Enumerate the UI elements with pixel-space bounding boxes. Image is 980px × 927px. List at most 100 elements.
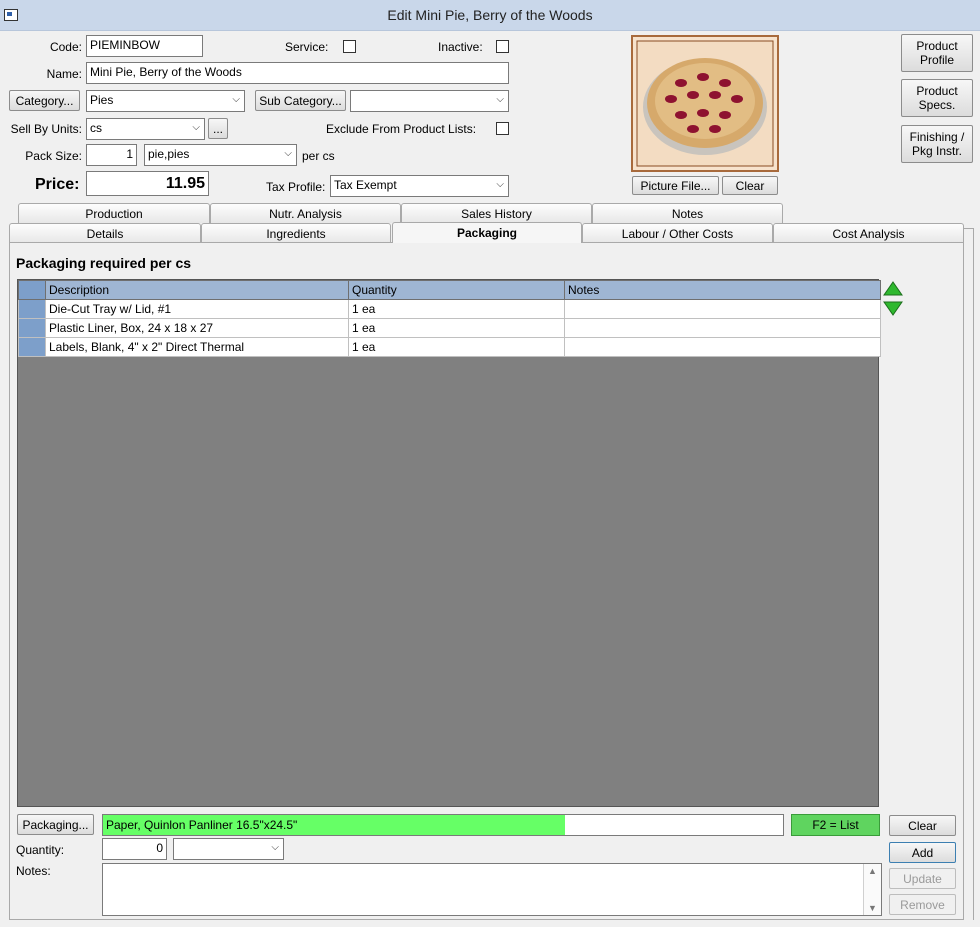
row-selector[interactable] xyxy=(18,299,46,319)
code-field[interactable]: PIEMINBOW xyxy=(86,35,203,57)
cell-notes[interactable] xyxy=(564,318,881,338)
notes-label: Notes: xyxy=(16,864,51,878)
table-row[interactable]: Die-Cut Tray w/ Lid, #1 1 ea xyxy=(18,299,881,319)
product-profile-button[interactable]: Product Profile xyxy=(901,34,973,72)
name-label: Name: xyxy=(46,67,82,81)
move-down-icon[interactable] xyxy=(882,299,904,319)
product-profile-line2: Profile xyxy=(919,53,954,67)
move-up-icon[interactable] xyxy=(882,279,904,299)
row-selector-header xyxy=(18,280,46,300)
notes-scrollbar[interactable]: ▲ ▼ xyxy=(863,864,881,915)
clear-button[interactable]: Clear xyxy=(889,815,956,836)
packaging-item-field[interactable]: Paper, Quinlon Panliner 16.5"x24.5" xyxy=(102,814,784,836)
price-field[interactable]: 11.95 xyxy=(86,171,209,196)
tax-profile-label: Tax Profile: xyxy=(266,180,326,194)
tab-cost-analysis[interactable]: Cost Analysis xyxy=(773,223,964,243)
product-specs-line1: Product xyxy=(916,84,958,98)
inactive-checkbox[interactable] xyxy=(496,40,509,53)
pack-size-field[interactable]: 1 xyxy=(86,144,137,166)
sell-by-units-label: Sell By Units: xyxy=(10,122,82,136)
quantity-unit-select[interactable]: ⌵ xyxy=(173,838,284,860)
pie-image xyxy=(636,40,774,167)
product-profile-line1: Product xyxy=(916,39,958,53)
picture-clear-button[interactable]: Clear xyxy=(722,176,778,195)
quantity-label: Quantity: xyxy=(16,843,65,857)
column-description[interactable]: Description xyxy=(45,280,349,300)
packaging-heading: Packaging required per cs xyxy=(16,255,192,271)
column-quantity[interactable]: Quantity xyxy=(348,280,565,300)
f2-list-hint: F2 = List xyxy=(791,814,880,836)
service-label: Service: xyxy=(285,40,329,54)
inactive-label: Inactive: xyxy=(438,40,483,54)
update-button[interactable]: Update xyxy=(889,868,956,889)
dropdown-arrow-icon: ⌵ xyxy=(496,179,504,190)
tab-labour-other-costs[interactable]: Labour / Other Costs xyxy=(582,223,773,243)
window-title: Edit Mini Pie, Berry of the Woods xyxy=(387,7,593,23)
row-selector[interactable] xyxy=(18,337,46,357)
category-select[interactable]: Pies ⌵ xyxy=(86,90,245,112)
cell-description[interactable]: Labels, Blank, 4" x 2" Direct Thermal xyxy=(45,337,349,357)
cell-notes[interactable] xyxy=(564,299,881,319)
tab-sales-history[interactable]: Sales History xyxy=(401,203,592,223)
name-field[interactable]: Mini Pie, Berry of the Woods xyxy=(86,62,509,84)
cell-quantity[interactable]: 1 ea xyxy=(348,299,565,319)
code-label: Code: xyxy=(49,40,82,54)
row-selector[interactable] xyxy=(18,318,46,338)
quantity-field[interactable]: 0 xyxy=(102,838,167,860)
dropdown-arrow-icon: ⌵ xyxy=(192,122,200,133)
dropdown-arrow-icon: ⌵ xyxy=(496,94,504,105)
pack-size-label: Pack Size: xyxy=(25,149,82,163)
table-row[interactable]: Plastic Liner, Box, 24 x 18 x 27 1 ea xyxy=(18,318,881,338)
sub-category-button[interactable]: Sub Category... xyxy=(255,90,346,111)
tab-production[interactable]: Production xyxy=(18,203,210,223)
tab-nutr-analysis[interactable]: Nutr. Analysis xyxy=(210,203,401,223)
dropdown-arrow-icon: ⌵ xyxy=(271,842,279,853)
price-label: Price: xyxy=(35,176,80,193)
grid-header-row: Description Quantity Notes xyxy=(18,280,881,300)
title-bar: Edit Mini Pie, Berry of the Woods xyxy=(0,0,980,31)
product-picture xyxy=(631,35,779,172)
pack-unit-select[interactable]: pie,pies ⌵ xyxy=(144,144,297,166)
packaging-item-value: Paper, Quinlon Panliner 16.5"x24.5" xyxy=(106,818,298,832)
tab-details[interactable]: Details xyxy=(9,223,201,243)
add-button[interactable]: Add xyxy=(889,842,956,863)
finishing-line2: Pkg Instr. xyxy=(911,144,963,158)
units-lookup-button[interactable]: ... xyxy=(208,118,228,139)
column-notes[interactable]: Notes xyxy=(564,280,881,300)
tax-profile-value: Tax Exempt xyxy=(334,178,397,192)
cell-quantity[interactable]: 1 ea xyxy=(348,337,565,357)
sell-by-units-value: cs xyxy=(90,121,102,135)
exclude-label: Exclude From Product Lists: xyxy=(326,122,477,136)
dropdown-arrow-icon: ⌵ xyxy=(232,94,240,105)
per-cs-label: per cs xyxy=(302,149,335,163)
product-specs-line2: Specs. xyxy=(918,98,956,112)
remove-button[interactable]: Remove xyxy=(889,894,956,915)
category-button[interactable]: Category... xyxy=(9,90,80,111)
dropdown-arrow-icon: ⌵ xyxy=(284,148,292,159)
category-value: Pies xyxy=(90,93,114,107)
sell-by-units-select[interactable]: cs ⌵ xyxy=(86,118,205,140)
tab-notes[interactable]: Notes xyxy=(592,203,783,223)
product-specs-button[interactable]: Product Specs. xyxy=(901,79,973,117)
picture-file-button[interactable]: Picture File... xyxy=(632,176,719,195)
packaging-grid[interactable]: Description Quantity Notes Die-Cut Tray … xyxy=(17,279,881,807)
pack-unit-value: pie,pies xyxy=(148,147,190,161)
cell-notes[interactable] xyxy=(564,337,881,357)
cell-description[interactable]: Die-Cut Tray w/ Lid, #1 xyxy=(45,299,349,319)
finishing-button[interactable]: Finishing / Pkg Instr. xyxy=(901,125,973,163)
scroll-up-icon[interactable]: ▲ xyxy=(868,866,877,876)
scroll-down-icon[interactable]: ▼ xyxy=(868,903,877,913)
tab-packaging[interactable]: Packaging xyxy=(392,222,582,243)
finishing-line1: Finishing / xyxy=(909,130,965,144)
cell-quantity[interactable]: 1 ea xyxy=(348,318,565,338)
tab-ingredients[interactable]: Ingredients xyxy=(201,223,391,243)
notes-textarea[interactable]: ▲ ▼ xyxy=(102,863,882,916)
exclude-checkbox[interactable] xyxy=(496,122,509,135)
packaging-button[interactable]: Packaging... xyxy=(17,814,94,835)
tax-profile-select[interactable]: Tax Exempt ⌵ xyxy=(330,175,509,197)
service-checkbox[interactable] xyxy=(343,40,356,53)
table-row[interactable]: Labels, Blank, 4" x 2" Direct Thermal 1 … xyxy=(18,337,881,357)
panel-shadow xyxy=(964,228,974,920)
sub-category-select[interactable]: ⌵ xyxy=(350,90,509,112)
cell-description[interactable]: Plastic Liner, Box, 24 x 18 x 27 xyxy=(45,318,349,338)
